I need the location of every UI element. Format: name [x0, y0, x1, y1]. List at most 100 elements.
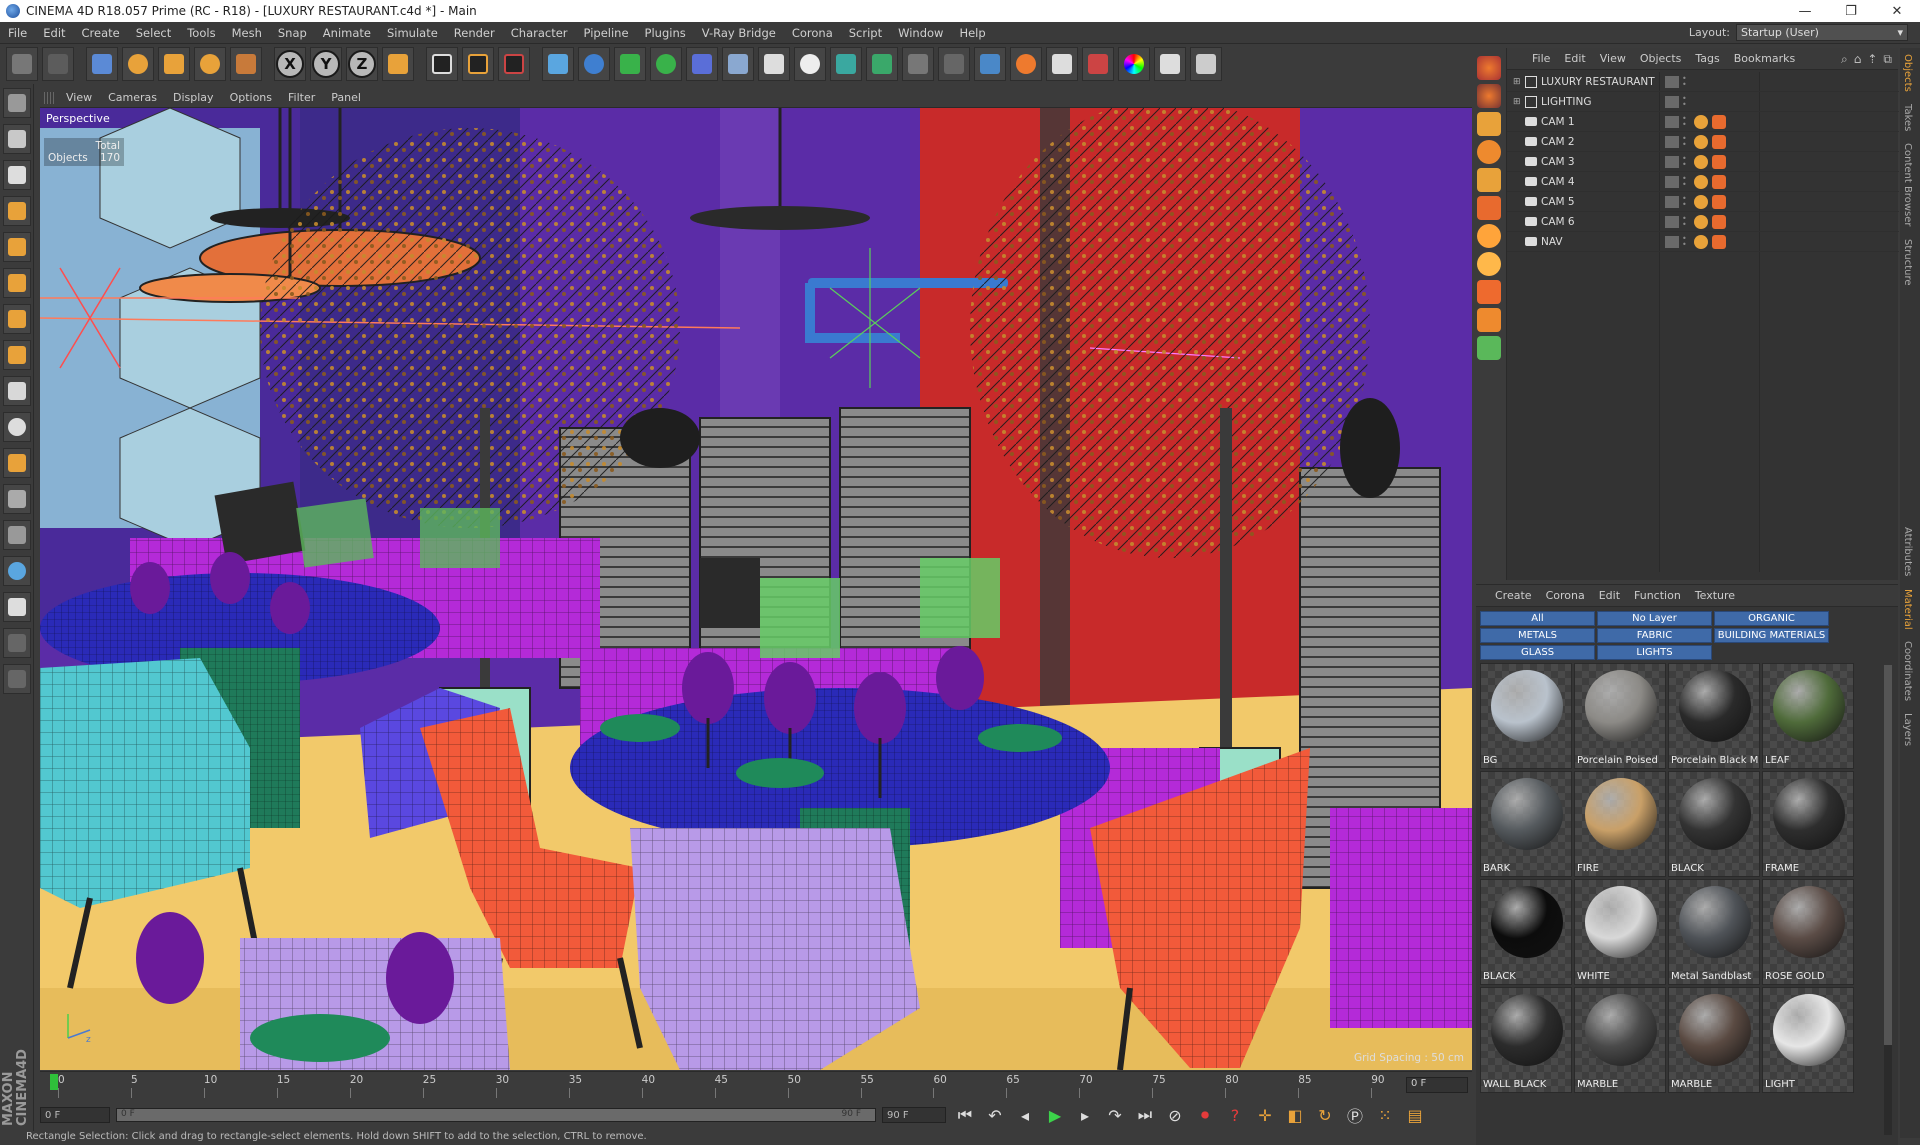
corona-light-icon[interactable] [1477, 140, 1501, 164]
render-visibility-dots[interactable]: • • [1682, 134, 1690, 148]
planar-workplane-button[interactable] [3, 520, 31, 550]
corona-frame-icon[interactable] [1477, 168, 1501, 192]
object-row[interactable]: CAM 1 • • [1507, 112, 1899, 132]
expand-toggle-icon[interactable]: ⊞ [1513, 97, 1523, 107]
corona-camera-tag-icon[interactable] [1712, 154, 1726, 169]
protection-tag-icon[interactable] [1694, 194, 1708, 209]
material-swatch[interactable]: Porcelain Black M [1668, 663, 1760, 769]
render-visibility-dots[interactable]: • • [1682, 214, 1690, 228]
plugin-button-4[interactable] [938, 47, 970, 81]
material-layer-metals[interactable]: METALS [1480, 628, 1595, 643]
viewport-menu-cameras[interactable]: Cameras [100, 91, 165, 104]
redo-button[interactable] [42, 47, 74, 81]
layout-dropdown[interactable]: Startup (User) ▾ [1736, 24, 1908, 41]
previous-frame-button[interactable]: ◂ [1012, 1103, 1038, 1127]
corona-cloud-icon[interactable] [1477, 280, 1501, 304]
om-menu-bookmarks[interactable]: Bookmarks [1727, 52, 1802, 65]
object-name[interactable]: LUXURY RESTAURANT [1541, 76, 1661, 88]
object-row[interactable]: ⊞ LIGHTING • • [1507, 92, 1899, 112]
up-arrow-icon[interactable]: ⇡ [1867, 52, 1877, 67]
parameter-key-button[interactable]: Ⓟ [1342, 1103, 1368, 1127]
paint-button[interactable] [3, 592, 31, 622]
object-row[interactable]: NAV • • [1507, 232, 1899, 252]
material-swatch[interactable]: WHITE [1574, 879, 1666, 985]
material-swatch[interactable]: LIGHT [1762, 987, 1854, 1093]
viewport-menu-options[interactable]: Options [222, 91, 280, 104]
tweak-mode-button[interactable] [3, 376, 31, 406]
corona-render-icon[interactable] [1477, 84, 1501, 108]
corona-material-icon[interactable] [1477, 112, 1501, 136]
object-name[interactable]: CAM 3 [1541, 156, 1661, 168]
layer-visibility-icon[interactable] [1665, 155, 1679, 168]
menu-corona[interactable]: Corona [784, 26, 841, 40]
protection-tag-icon[interactable] [1694, 114, 1708, 129]
om-menu-view[interactable]: View [1593, 52, 1633, 65]
material-menu-function[interactable]: Function [1627, 589, 1688, 602]
layer-visibility-icon[interactable] [1665, 135, 1679, 148]
corona-sun-icon[interactable] [1477, 224, 1501, 248]
corona-scatter-icon[interactable] [1477, 308, 1501, 332]
menu-file[interactable]: File [0, 26, 35, 40]
scale-key-button[interactable]: ◧ [1282, 1103, 1308, 1127]
solo-button[interactable] [3, 412, 31, 442]
timeline-ruler[interactable]: 0 5 10 15 20 25 30 35 40 45 50 55 60 65 70 75 80 85 90 0 F [40, 1071, 1472, 1099]
object-row[interactable]: ⊞ LUXURY RESTAURANT • • [1507, 72, 1899, 92]
side-tab-content-browser[interactable]: Content Browser [1900, 137, 1915, 232]
rectangle-selection-button[interactable] [86, 47, 118, 81]
render-visibility-dots[interactable]: • • [1682, 174, 1690, 188]
menu-window[interactable]: Window [890, 26, 951, 40]
sculpt-button[interactable] [3, 556, 31, 586]
menu-simulate[interactable]: Simulate [379, 26, 446, 40]
object-name[interactable]: CAM 5 [1541, 196, 1661, 208]
material-swatch[interactable]: BLACK [1480, 879, 1572, 985]
perspective-viewport[interactable]: Perspective Total Objects 170 z Grid Spac… [40, 108, 1472, 1070]
deformer-button[interactable] [686, 47, 718, 81]
object-row[interactable]: CAM 3 • • [1507, 152, 1899, 172]
play-button[interactable]: ▶ [1042, 1103, 1068, 1127]
next-key-button[interactable]: ↷ [1102, 1103, 1128, 1127]
material-swatch[interactable]: WALL BLACK [1480, 987, 1572, 1093]
timeline-window-button[interactable]: ▤ [1402, 1103, 1428, 1127]
layer-visibility-icon[interactable] [1665, 215, 1679, 228]
menu-edit[interactable]: Edit [35, 26, 73, 40]
workplane-mode-button[interactable] [3, 196, 31, 226]
polygons-mode-button[interactable] [3, 304, 31, 334]
viewport-menu-panel[interactable]: Panel [323, 91, 369, 104]
side-tab-coordinates[interactable]: Coordinates [1900, 635, 1915, 707]
material-menu-texture[interactable]: Texture [1688, 589, 1742, 602]
layer-visibility-icon[interactable] [1665, 175, 1679, 188]
protection-tag-icon[interactable] [1694, 154, 1708, 169]
render-visibility-dots[interactable]: • • [1682, 74, 1690, 88]
render-visibility-dots[interactable]: • • [1682, 234, 1690, 248]
pen-spline-button[interactable] [578, 47, 610, 81]
viewport-menu-filter[interactable]: Filter [280, 91, 323, 104]
expand-toggle-icon[interactable]: ⊞ [1513, 77, 1523, 87]
corona-logo-icon[interactable] [1477, 56, 1501, 80]
plugin-button-3[interactable] [902, 47, 934, 81]
coordinate-system-button[interactable] [382, 47, 414, 81]
minimize-button[interactable]: — [1782, 0, 1828, 22]
axis-mode-button[interactable] [3, 340, 31, 370]
layer-visibility-icon[interactable] [1665, 235, 1679, 248]
corona-camera-tag-icon[interactable] [1712, 234, 1726, 249]
object-name[interactable]: CAM 2 [1541, 136, 1661, 148]
cube-button[interactable] [542, 47, 574, 81]
side-tab-material[interactable]: Material [1900, 583, 1915, 636]
snap-button[interactable] [3, 448, 31, 478]
plugin-button-5[interactable] [974, 47, 1006, 81]
color-picker-button[interactable] [1118, 47, 1150, 81]
om-menu-tags[interactable]: Tags [1688, 52, 1726, 65]
material-layer-building-materials[interactable]: BUILDING MATERIALS [1714, 628, 1829, 643]
menu-plugins[interactable]: Plugins [637, 26, 694, 40]
corona-settings-button[interactable] [1082, 47, 1114, 81]
corona-camera-tag-icon[interactable] [1712, 174, 1726, 189]
material-layer-lights[interactable]: LIGHTS [1597, 645, 1712, 660]
object-row[interactable]: CAM 6 • • [1507, 212, 1899, 232]
live-selection-button[interactable] [230, 47, 262, 81]
material-swatch[interactable]: FRAME [1762, 771, 1854, 877]
go-to-end-button[interactable]: ⏭ [1132, 1103, 1158, 1127]
object-name[interactable]: CAM 6 [1541, 216, 1661, 228]
corona-render-button[interactable] [1046, 47, 1078, 81]
menu-animate[interactable]: Animate [315, 26, 379, 40]
material-swatch[interactable]: BLACK [1668, 771, 1760, 877]
